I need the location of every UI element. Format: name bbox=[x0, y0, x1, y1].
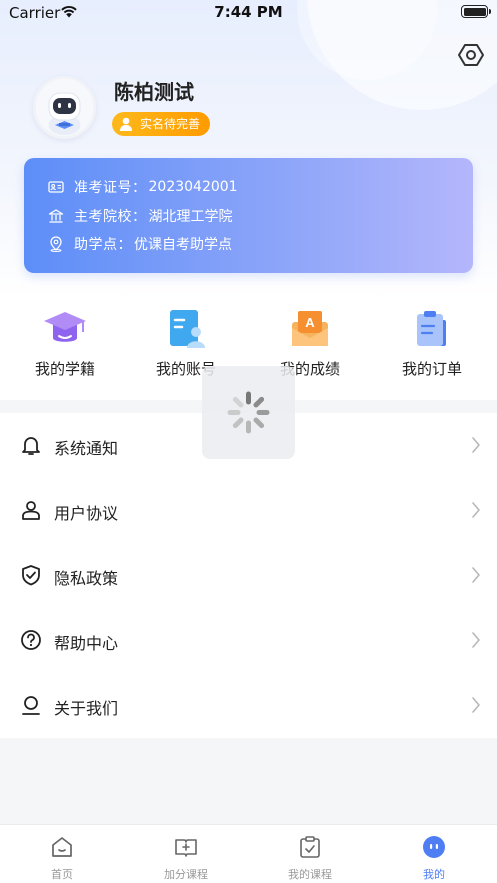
status-bar: Carrier 7:44 PM bbox=[0, 0, 497, 26]
verify-status-label: 实名待完善 bbox=[140, 117, 201, 131]
about-us-icon bbox=[22, 696, 40, 715]
home-icon bbox=[52, 837, 72, 857]
tab-add-course[interactable]: 加分课程 bbox=[124, 825, 248, 883]
graduation-cap-icon bbox=[44, 312, 86, 342]
user-name: 陈柏测试 bbox=[114, 80, 194, 104]
tab-my-course[interactable]: 我的课程 bbox=[248, 825, 372, 883]
chevron-right-icon bbox=[472, 567, 480, 583]
list-item-label: 用户协议 bbox=[54, 504, 119, 523]
settings-list: 系统通知 用户协议 隐私政策 帮助中心 关于我们 bbox=[0, 413, 497, 738]
robot-avatar-icon bbox=[36, 79, 93, 136]
list-item-label: 系统通知 bbox=[54, 439, 119, 458]
list-item-label: 关于我们 bbox=[54, 699, 119, 718]
tab-label: 我的 bbox=[423, 868, 445, 881]
study-center-label: 助学点： bbox=[74, 237, 132, 253]
exam-number-label: 准考证号： bbox=[74, 180, 147, 196]
battery-icon bbox=[461, 5, 491, 18]
tab-label: 首页 bbox=[51, 868, 73, 881]
add-course-icon bbox=[175, 839, 197, 857]
exam-info-card: 准考证号： 2023042001 主考院校： 湖北理工学院 助学点： 优课自考助… bbox=[24, 158, 473, 273]
user-agreement-icon bbox=[22, 501, 40, 520]
id-card-icon bbox=[48, 181, 64, 193]
quick-item-student-status[interactable]: 我的学籍 bbox=[10, 308, 120, 388]
settings-icon[interactable] bbox=[458, 42, 484, 68]
list-item-about-us[interactable]: 关于我们 bbox=[0, 673, 497, 738]
exam-number-row: 准考证号： 2023042001 bbox=[48, 177, 238, 197]
exam-number-value: 2023042001 bbox=[148, 179, 238, 195]
mine-icon bbox=[423, 836, 445, 858]
location-icon bbox=[50, 236, 62, 252]
list-item-help-center[interactable]: 帮助中心 bbox=[0, 608, 497, 673]
svg-text:A: A bbox=[305, 315, 315, 330]
shield-check-icon bbox=[22, 565, 40, 586]
tab-bar: 首页 加分课程 我的课程 我的 bbox=[0, 824, 497, 883]
person-icon bbox=[120, 117, 132, 131]
exam-school-value: 湖北理工学院 bbox=[148, 209, 233, 225]
quick-item-label: 我的订单 bbox=[401, 360, 462, 378]
clock: 7:44 PM bbox=[214, 3, 283, 21]
account-card-icon bbox=[170, 310, 205, 348]
chevron-right-icon bbox=[472, 632, 480, 648]
study-center-value: 优课自考助学点 bbox=[134, 237, 232, 253]
avatar[interactable] bbox=[33, 76, 96, 139]
exam-school-row: 主考院校： 湖北理工学院 bbox=[48, 206, 233, 226]
question-circle-icon bbox=[21, 630, 41, 650]
chevron-right-icon bbox=[472, 502, 480, 518]
loading-spinner-icon bbox=[227, 391, 270, 434]
exam-school-label: 主考院校： bbox=[74, 209, 147, 225]
bell-icon bbox=[22, 437, 40, 455]
grade-envelope-icon: A bbox=[292, 311, 328, 346]
tab-label: 加分课程 bbox=[164, 868, 208, 881]
list-item-label: 隐私政策 bbox=[54, 569, 119, 588]
tab-home[interactable]: 首页 bbox=[0, 825, 124, 883]
study-center-row: 助学点： 优课自考助学点 bbox=[48, 234, 232, 254]
quick-item-orders[interactable]: 我的订单 bbox=[377, 308, 487, 388]
list-item-privacy-policy[interactable]: 隐私政策 bbox=[0, 543, 497, 608]
school-icon bbox=[48, 209, 64, 223]
tab-label: 我的课程 bbox=[288, 868, 332, 881]
order-clipboard-icon bbox=[417, 311, 446, 346]
chevron-right-icon bbox=[472, 437, 480, 453]
tab-mine[interactable]: 我的 bbox=[372, 825, 496, 883]
loading-overlay bbox=[202, 366, 295, 459]
quick-item-label: 我的学籍 bbox=[34, 360, 95, 378]
list-item-user-agreement[interactable]: 用户协议 bbox=[0, 478, 497, 543]
list-item-label: 帮助中心 bbox=[54, 634, 119, 653]
chevron-right-icon bbox=[472, 697, 480, 713]
verify-status-badge[interactable]: 实名待完善 bbox=[112, 112, 211, 136]
my-course-icon bbox=[300, 836, 320, 858]
